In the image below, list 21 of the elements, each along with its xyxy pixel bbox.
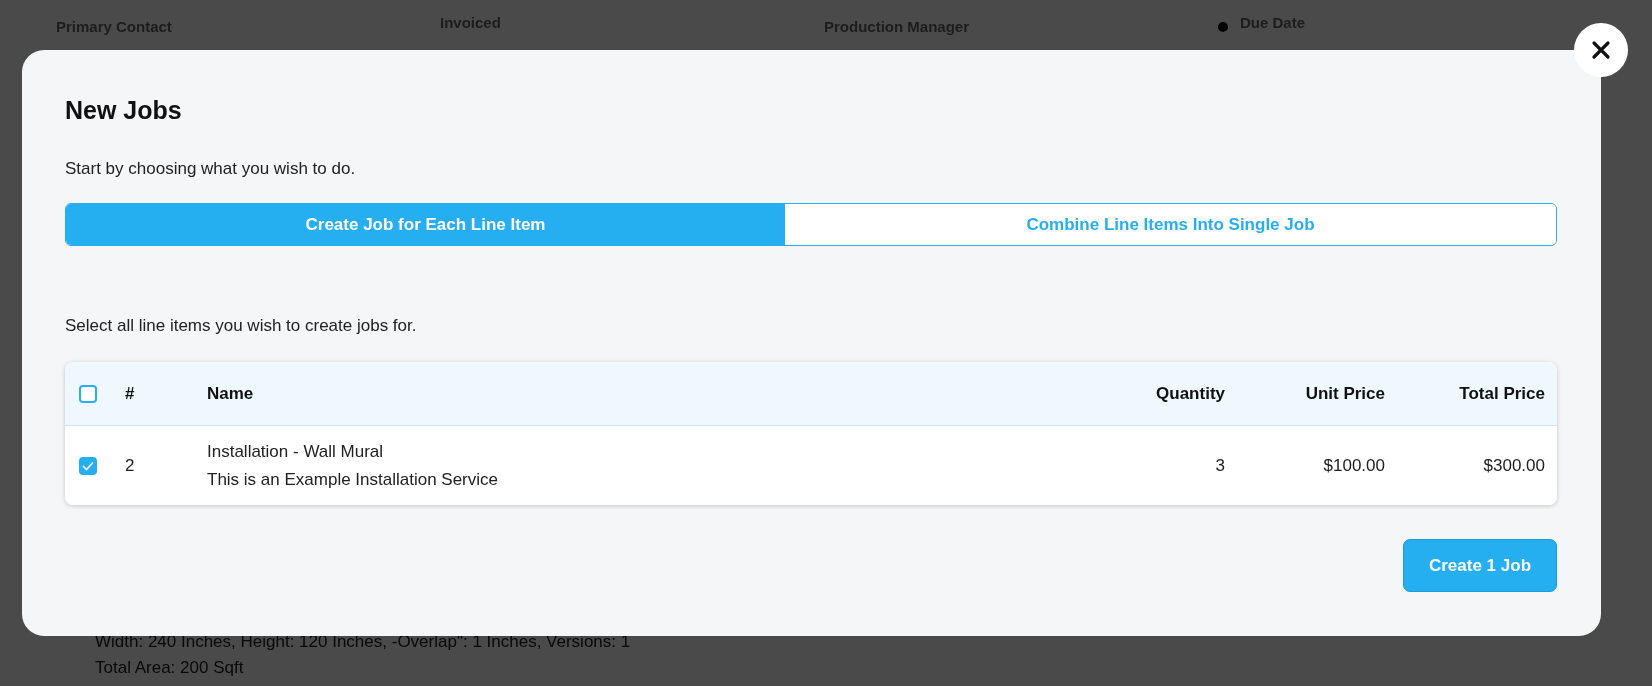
item-description: This is an Example Installation Service: [207, 469, 500, 490]
column-header: Unit Price: [1304, 383, 1385, 404]
checkbox[interactable]: [79, 456, 97, 475]
column-header: Quantity: [1155, 383, 1225, 404]
close-icon: [1591, 40, 1611, 60]
table-cell-text: $100.00: [1322, 455, 1385, 476]
column-header: #: [125, 383, 136, 404]
create-job-button[interactable]: Create 1 Job: [1403, 539, 1557, 592]
table-cell-text: 2: [125, 455, 136, 476]
table-cell-text: 3: [1214, 455, 1225, 476]
table-cell-text: $300.00: [1482, 455, 1545, 476]
dialog-title: New Jobs: [65, 96, 183, 125]
checkmark-icon: [82, 460, 94, 471]
detail-text: Total Area: 200 Sqft: [95, 658, 245, 678]
instruction-text: Select all line items you wish to create jobs for.: [65, 316, 418, 336]
column-header: Total Price: [1458, 383, 1545, 404]
checkbox[interactable]: [79, 384, 97, 403]
item-name: Installation - Wall Mural: [207, 441, 385, 462]
intro-text: Start by choosing what you wish to do.: [65, 159, 357, 179]
mode-tab[interactable]: Create Job for Each Line Item: [66, 204, 785, 245]
column-header: Name: [207, 383, 255, 404]
